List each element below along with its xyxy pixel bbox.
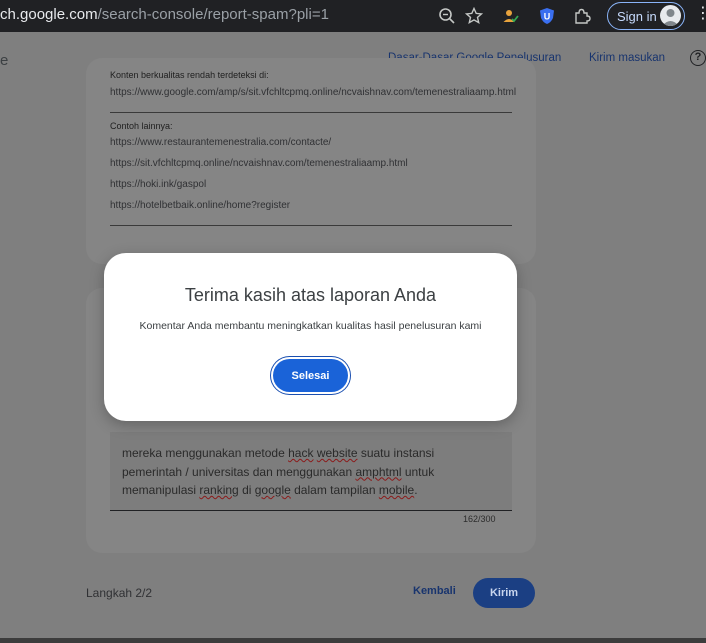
divider: [110, 225, 512, 226]
zoom-icon[interactable]: [436, 5, 458, 27]
comment-line: pemerintah / universitas dan menggunakan…: [122, 464, 435, 479]
shield-extension-icon[interactable]: U: [536, 5, 558, 27]
comment-line: memanipulasi ranking di google dalam tam…: [122, 483, 418, 497]
dialog-message: Komentar Anda membantu meningkatkan kual…: [139, 320, 482, 332]
page-title-fragment: e: [0, 52, 9, 69]
dialog-title: Terima kasih atas laporan Anda: [184, 285, 437, 305]
bottom-divider: [0, 638, 706, 643]
person-extension-icon[interactable]: [499, 5, 521, 27]
sign-in-label: Sign in: [617, 8, 657, 24]
other-url-item: https://sit.vfchltcpmq.online/ncvaishnav…: [110, 158, 408, 169]
other-url-item: https://hotelbetbaik.online/home?registe…: [110, 200, 291, 211]
other-examples-label: Contoh lainnya:: [110, 121, 173, 131]
character-counter: 162/300: [463, 514, 496, 524]
back-button[interactable]: Kembali: [413, 585, 456, 597]
step-indicator: Langkah 2/2: [86, 586, 153, 600]
url-host: ch.google.com: [0, 6, 98, 23]
help-icon[interactable]: ?: [690, 50, 706, 66]
svg-text:U: U: [544, 12, 551, 22]
comment-textarea[interactable]: mereka menggunakan metode hack website s…: [110, 432, 512, 511]
done-button[interactable]: Selesai: [273, 359, 348, 392]
other-url-item: https://hoki.ink/gaspol: [110, 179, 207, 190]
puzzle-extensions-icon[interactable]: [571, 5, 593, 27]
divider: [110, 112, 512, 113]
thank-you-dialog: Terima kasih atas laporan Anda Komentar …: [104, 253, 517, 421]
low-quality-label: Konten berkualitas rendah terdeteksi di:: [110, 70, 269, 80]
avatar-icon: [660, 5, 681, 26]
send-button[interactable]: Kirim: [473, 578, 535, 608]
url-path: /search-console/report-spam?pli=1: [97, 6, 329, 23]
star-bookmark-icon[interactable]: [463, 5, 485, 27]
other-url-item: https://www.restaurantemenestralia.com/c…: [110, 137, 332, 148]
low-quality-url: https://www.google.com/amp/s/sit.vfchltc…: [110, 87, 517, 98]
send-feedback-link[interactable]: Kirim masukan: [589, 52, 665, 64]
sign-in-button[interactable]: Sign in: [607, 2, 685, 30]
comment-line: mereka menggunakan metode hack website s…: [122, 446, 435, 460]
more-vert-icon[interactable]: ⋮: [695, 6, 706, 22]
browser-toolbar: ch.google.com/search-console/report-spam…: [0, 0, 706, 32]
address-bar[interactable]: ch.google.com/search-console/report-spam…: [0, 6, 329, 23]
